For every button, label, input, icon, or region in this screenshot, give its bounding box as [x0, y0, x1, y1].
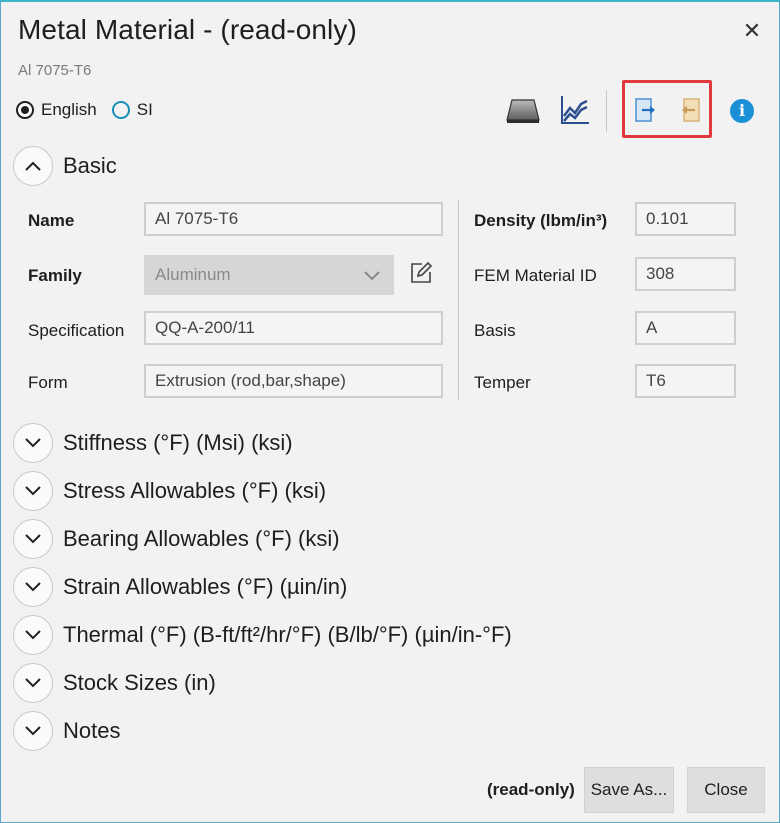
si-radio[interactable] [111, 101, 130, 119]
section-title-notes: Notes [63, 718, 121, 743]
section-bearing-allowables[interactable]: Bearing Allowables (°F) (ksi) [13, 519, 340, 559]
section-thermal[interactable]: Thermal (°F) (B-ft/ft²/hr/°F) (B/lb/°F) … [13, 615, 512, 655]
form-field[interactable]: Extrusion (rod,bar,shape) [144, 364, 443, 398]
chevron-down-icon[interactable] [13, 663, 53, 703]
si-radio-label[interactable]: SI [137, 100, 153, 120]
section-basic[interactable]: Basic [13, 146, 117, 186]
temper-label: Temper [474, 373, 531, 392]
english-radio[interactable] [16, 101, 34, 119]
export-icon[interactable] [634, 97, 658, 125]
close-icon[interactable]: ✕ [739, 18, 765, 44]
import-icon[interactable] [679, 97, 703, 125]
section-notes[interactable]: Notes [13, 711, 120, 751]
chevron-down-icon[interactable] [13, 615, 53, 655]
specification-label: Specification [28, 321, 125, 340]
section-title-stock-sizes: Stock Sizes (in) [63, 670, 216, 695]
chevron-down-icon [364, 271, 380, 281]
chevron-down-icon[interactable] [13, 567, 53, 607]
fem-material-id-label: FEM Material ID [474, 266, 597, 285]
section-title-thermal: Thermal (°F) (B-ft/ft²/hr/°F) (B/lb/°F) … [63, 622, 512, 647]
chevron-up-icon[interactable] [13, 146, 53, 186]
section-title-stiffness: Stiffness (°F) (Msi) (ksi) [63, 430, 293, 455]
section-title-bearing-allowables: Bearing Allowables (°F) (ksi) [63, 526, 340, 551]
dialog-title: Metal Material - (read-only) [18, 14, 357, 45]
section-stress-allowables[interactable]: Stress Allowables (°F) (ksi) [13, 471, 326, 511]
units-radio-group: English SI [16, 100, 168, 120]
section-strain-allowables[interactable]: Strain Allowables (°F) (µin/in) [13, 567, 347, 607]
toolbar-separator [606, 90, 607, 132]
edit-icon[interactable] [409, 261, 433, 285]
metal-material-dialog: Metal Material - (read-only) Al 7075-T6 … [0, 0, 780, 823]
read-only-status: (read-only) [487, 780, 575, 799]
name-label: Name [28, 211, 75, 230]
section-stock-sizes[interactable]: Stock Sizes (in) [13, 663, 216, 703]
chevron-down-icon[interactable] [13, 519, 53, 559]
section-title-stress-allowables: Stress Allowables (°F) (ksi) [63, 478, 327, 503]
density-label: Density (lbm/in³) [474, 211, 608, 230]
family-select[interactable]: Aluminum [144, 255, 394, 295]
close-button[interactable]: Close [687, 767, 765, 813]
basis-label: Basis [474, 321, 516, 340]
specification-field[interactable]: QQ-A-200/11 [144, 311, 443, 345]
form-label: Form [28, 373, 68, 392]
english-radio-label[interactable]: English [41, 100, 97, 120]
column-divider [458, 200, 459, 400]
dialog-subtitle: Al 7075-T6 [18, 62, 92, 79]
section-stiffness[interactable]: Stiffness (°F) (Msi) (ksi) [13, 423, 293, 463]
basis-field[interactable]: A [635, 311, 736, 345]
name-field[interactable]: Al 7075-T6 [144, 202, 443, 236]
density-field[interactable]: 0.101 [635, 202, 736, 236]
material-block-icon[interactable] [506, 98, 540, 124]
chart-icon[interactable] [559, 94, 591, 126]
chevron-down-icon[interactable] [13, 423, 53, 463]
section-title-strain-allowables: Strain Allowables (°F) (µin/in) [63, 574, 348, 599]
family-select-value: Aluminum [155, 265, 231, 284]
chevron-down-icon[interactable] [13, 471, 53, 511]
family-label: Family [28, 266, 82, 285]
chevron-down-icon[interactable] [13, 711, 53, 751]
info-icon[interactable]: i [730, 99, 754, 123]
section-title-basic: Basic [63, 153, 117, 178]
temper-field[interactable]: T6 [635, 364, 736, 398]
fem-material-id-field[interactable]: 308 [635, 257, 736, 291]
save-as-button[interactable]: Save As... [584, 767, 674, 813]
